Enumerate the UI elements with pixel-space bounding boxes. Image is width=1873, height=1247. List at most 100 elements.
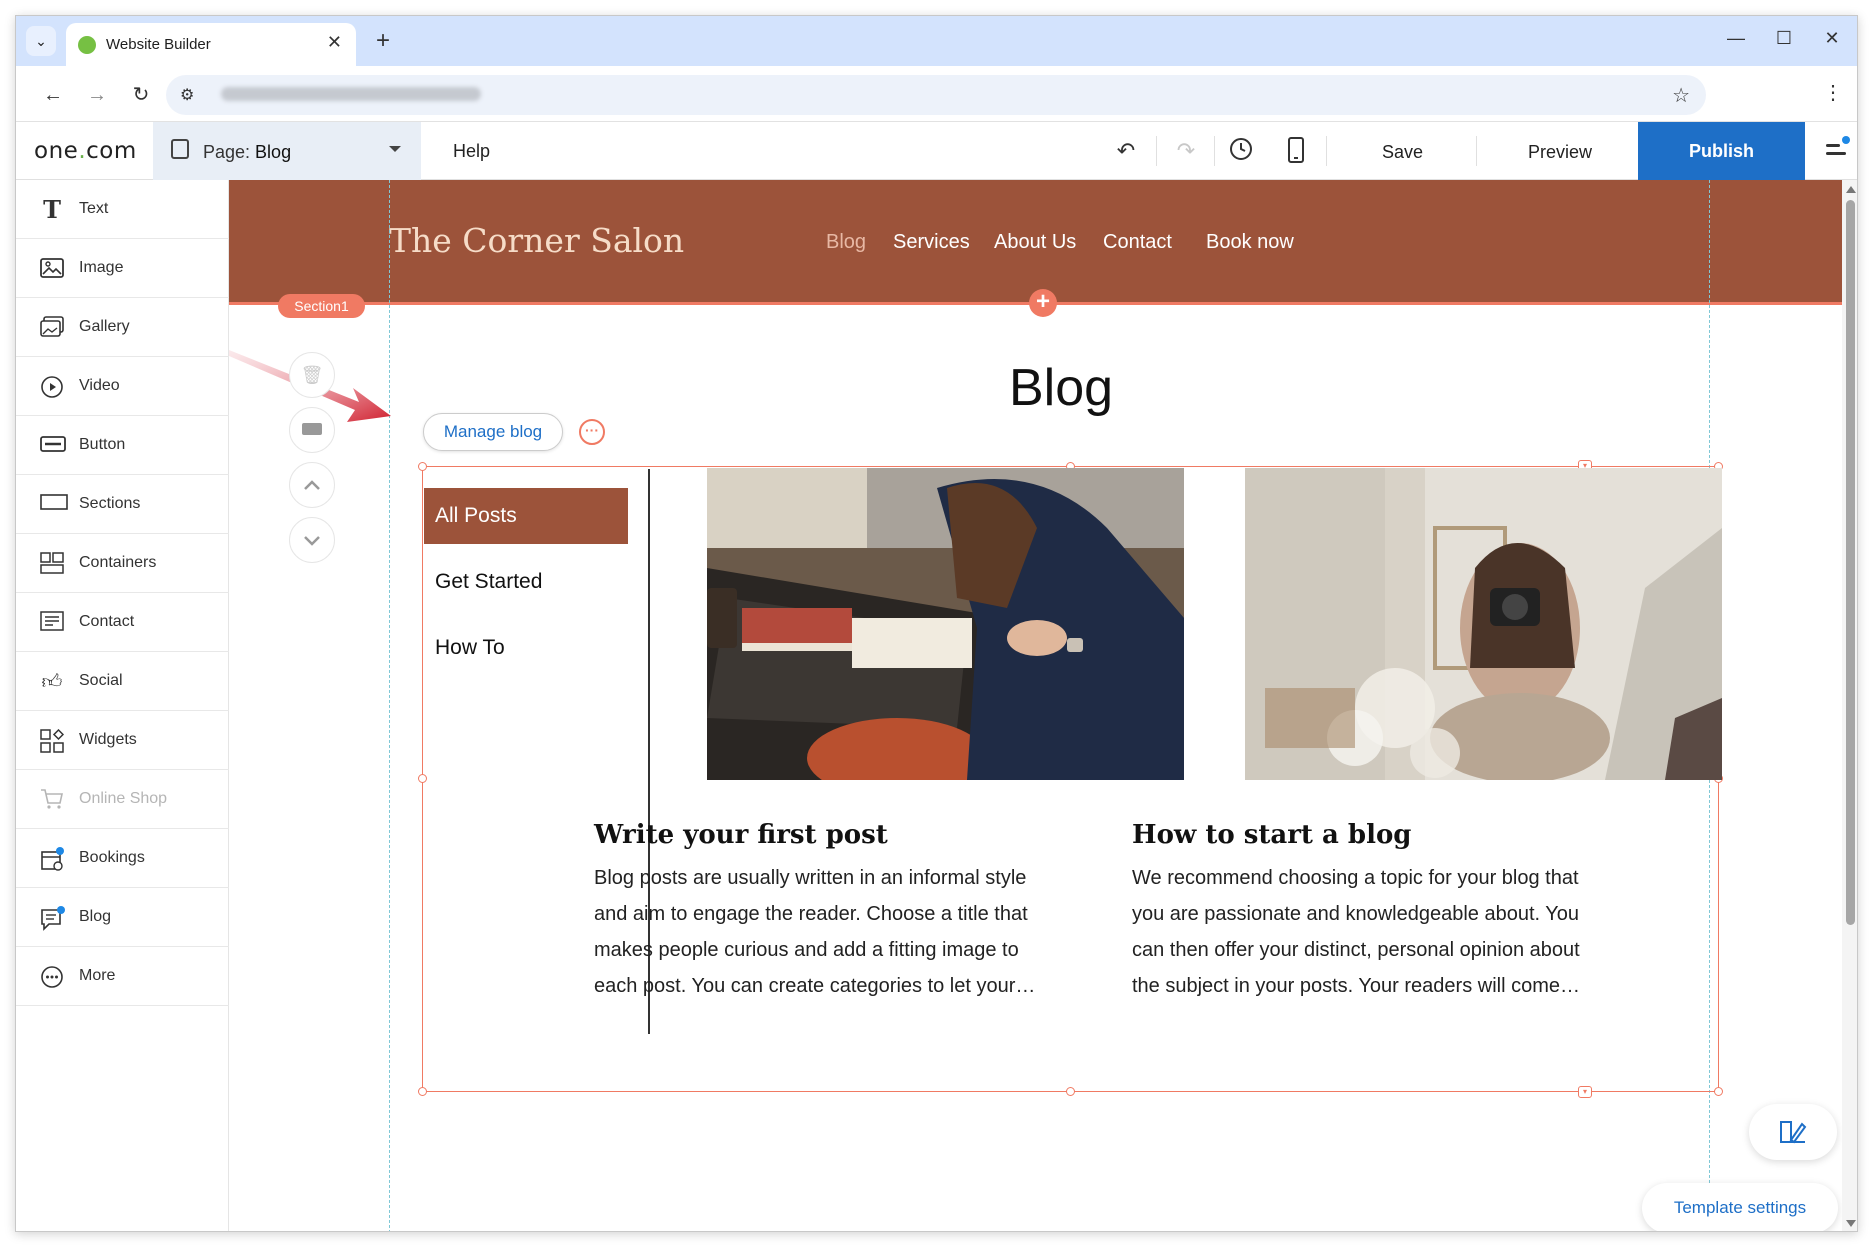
browser-tab-bar: ⌄ Website Builder ✕ + — ☐ ✕ (16, 16, 1857, 66)
canvas-scrollbar[interactable] (1842, 180, 1857, 1231)
post-image-camera[interactable] (1245, 468, 1722, 780)
add-section-icon[interactable]: + (1029, 289, 1057, 317)
sidebar-item-gallery[interactable]: Gallery (16, 298, 229, 357)
preview-button[interactable]: Preview (1528, 142, 1592, 163)
category-all-posts[interactable]: All Posts (424, 488, 628, 544)
help-link[interactable]: Help (453, 141, 490, 162)
favicon-icon (78, 36, 96, 54)
onecom-logo: one.com (34, 138, 137, 164)
page-selector[interactable]: Page: Blog (153, 122, 421, 180)
section-badge[interactable]: Section1 (278, 294, 365, 318)
excerpt-line: the subject in your posts. Your readers … (1132, 975, 1580, 997)
sidebar-item-text[interactable]: T Text (16, 180, 229, 239)
site-info-icon[interactable]: ⚙ (180, 85, 194, 105)
excerpt-line: and aim to engage the reader. Choose a t… (594, 903, 1028, 925)
sidebar-item-contact[interactable]: Contact (16, 593, 229, 652)
resize-handle[interactable] (418, 774, 427, 783)
resize-handle[interactable] (1714, 1087, 1723, 1096)
site-name[interactable]: The Corner Salon (389, 221, 684, 260)
sidebar-item-more[interactable]: More (16, 947, 229, 1006)
sidebar-item-bookings[interactable]: Bookings (16, 829, 229, 888)
chevron-down-icon[interactable] (289, 517, 335, 563)
sidebar-item-sections[interactable]: Sections (16, 475, 229, 534)
excerpt-line: makes people curious and add a fitting i… (594, 939, 1019, 961)
nav-link-blog[interactable]: Blog (826, 231, 866, 254)
nav-link-about-us[interactable]: About Us (994, 231, 1076, 254)
scrollbar-thumb[interactable] (1846, 200, 1855, 925)
sidebar-item-label: Containers (79, 554, 157, 571)
sidebar-item-containers[interactable]: Containers (16, 534, 229, 593)
comment-icon[interactable] (289, 407, 335, 453)
sidebar-item-video[interactable]: Video (16, 357, 229, 416)
sidebar-item-label: Online Shop (79, 790, 168, 807)
bookings-icon (40, 847, 64, 871)
resize-handle[interactable] (418, 1087, 427, 1096)
history-icon[interactable] (1226, 136, 1256, 166)
back-icon[interactable]: ← (38, 80, 68, 110)
widgets-icon (40, 728, 65, 753)
browser-menu-icon[interactable]: ⋮ (1823, 80, 1843, 105)
site-header[interactable]: The Corner Salon Blog Services About Us … (229, 180, 1842, 302)
sidebar-item-label: More (79, 967, 116, 984)
post-excerpt: Blog posts are usually written in an inf… (594, 860, 1084, 1004)
post-title[interactable]: Write your first post (594, 820, 888, 850)
maximize-button[interactable]: ☐ (1764, 28, 1804, 49)
panel-menu-icon[interactable] (1824, 136, 1850, 162)
tab-close-icon[interactable]: ✕ (327, 32, 342, 53)
redo-icon[interactable]: ↷ (1171, 136, 1201, 166)
post-title[interactable]: How to start a blog (1132, 820, 1411, 850)
sidebar-item-image[interactable]: Image (16, 239, 229, 298)
nav-link-book-now[interactable]: Book now (1206, 231, 1294, 254)
nav-link-contact[interactable]: Contact (1103, 231, 1172, 254)
reload-icon[interactable]: ↻ (126, 80, 156, 110)
video-icon (40, 375, 64, 399)
post-image-writing[interactable] (707, 468, 1184, 780)
template-settings-button[interactable]: Template settings (1642, 1183, 1838, 1231)
post-excerpt: We recommend choosing a topic for your b… (1132, 860, 1632, 1004)
sidebar-item-button[interactable]: Button (16, 416, 229, 475)
sidebar-item-label: Bookings (79, 849, 145, 866)
sidebar-item-label: Sections (79, 495, 141, 512)
blog-heading[interactable]: Blog (1009, 358, 1113, 418)
sidebar-item-label: Text (79, 200, 109, 217)
tab-search-icon[interactable]: ⌄ (26, 26, 56, 56)
scroll-up-arrow[interactable] (1846, 186, 1856, 193)
publish-button[interactable]: Publish (1638, 122, 1805, 180)
new-tab-button[interactable]: + (368, 26, 398, 56)
nav-link-services[interactable]: Services (893, 231, 970, 254)
window-close-button[interactable]: ✕ (1812, 28, 1852, 49)
sidebar-item-label: Social (79, 672, 123, 689)
bookmark-star-icon[interactable]: ☆ (1672, 83, 1690, 108)
more-options-icon[interactable]: ··· (579, 419, 605, 445)
expand-toggle-icon[interactable]: ▾ (1578, 1086, 1592, 1098)
resize-handle[interactable] (1066, 1087, 1075, 1096)
minimize-button[interactable]: — (1716, 28, 1756, 49)
sidebar-item-online-shop[interactable]: Online Shop (16, 770, 229, 829)
sidebar-item-label: Button (79, 436, 126, 453)
chevron-down-icon (389, 146, 401, 152)
guide-line-left (389, 180, 390, 1231)
forward-icon[interactable]: → (82, 80, 112, 110)
trash-icon[interactable]: 🗑︎ (289, 352, 335, 398)
mobile-view-icon[interactable] (1281, 136, 1311, 166)
url-field[interactable]: ⚙ ☆ (166, 75, 1706, 115)
browser-window: ⌄ Website Builder ✕ + — ☐ ✕ ← → ↻ ⚙ ☆ ⋮ … (15, 15, 1858, 1232)
category-how-to[interactable]: How To (424, 620, 628, 676)
excerpt-line: you are passionate and knowledgeable abo… (1132, 903, 1580, 925)
undo-icon[interactable]: ↶ (1111, 136, 1141, 166)
blurred-url (221, 87, 481, 101)
manage-blog-button[interactable]: Manage blog (423, 413, 563, 451)
sidebar-item-widgets[interactable]: Widgets (16, 711, 229, 770)
browser-tab[interactable]: Website Builder ✕ (66, 23, 356, 66)
gallery-icon (40, 316, 64, 340)
save-button[interactable]: Save (1382, 142, 1423, 163)
category-get-started[interactable]: Get Started (424, 554, 628, 610)
scroll-down-arrow[interactable] (1846, 1220, 1856, 1227)
sidebar-item-blog[interactable]: Blog (16, 888, 229, 947)
sidebar-item-label: Image (79, 259, 124, 276)
chevron-up-icon[interactable] (289, 462, 335, 508)
design-palette-icon[interactable] (1749, 1104, 1837, 1160)
resize-handle[interactable] (418, 462, 427, 471)
sidebar-item-social[interactable]: 👍︎ Social (16, 652, 229, 711)
sidebar-item-label: Video (79, 377, 120, 394)
